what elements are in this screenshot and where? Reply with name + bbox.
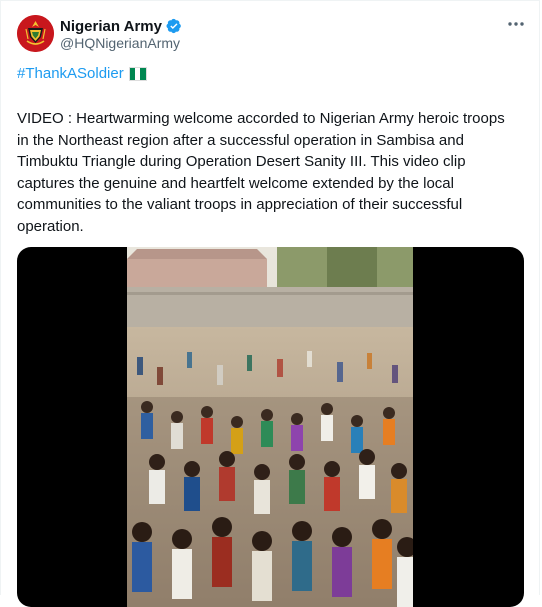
video-thumbnail[interactable]: [127, 247, 413, 607]
more-options-icon: [508, 22, 524, 26]
author-name-row[interactable]: Nigerian Army: [60, 16, 182, 36]
author-handle[interactable]: @HQNigerianArmy: [60, 35, 180, 51]
more-options-button[interactable]: [503, 11, 529, 37]
display-name[interactable]: Nigerian Army: [60, 18, 162, 35]
nigeria-flag-icon: [128, 66, 147, 81]
army-crest-icon: [17, 15, 54, 52]
tweet-card[interactable]: Nigerian Army @HQNigerianArmy #ThankASol…: [0, 0, 540, 607]
verified-badge-icon: [166, 18, 181, 34]
tweet-text: VIDEO : Heartwarming welcome accorded to…: [17, 110, 509, 235]
crowd-scene-image: [127, 247, 413, 607]
hashtag-link[interactable]: #ThankASoldier: [17, 65, 124, 82]
video-player[interactable]: [17, 247, 524, 607]
avatar[interactable]: [17, 15, 54, 52]
hashtag-row: #ThankASoldier: [17, 65, 147, 82]
